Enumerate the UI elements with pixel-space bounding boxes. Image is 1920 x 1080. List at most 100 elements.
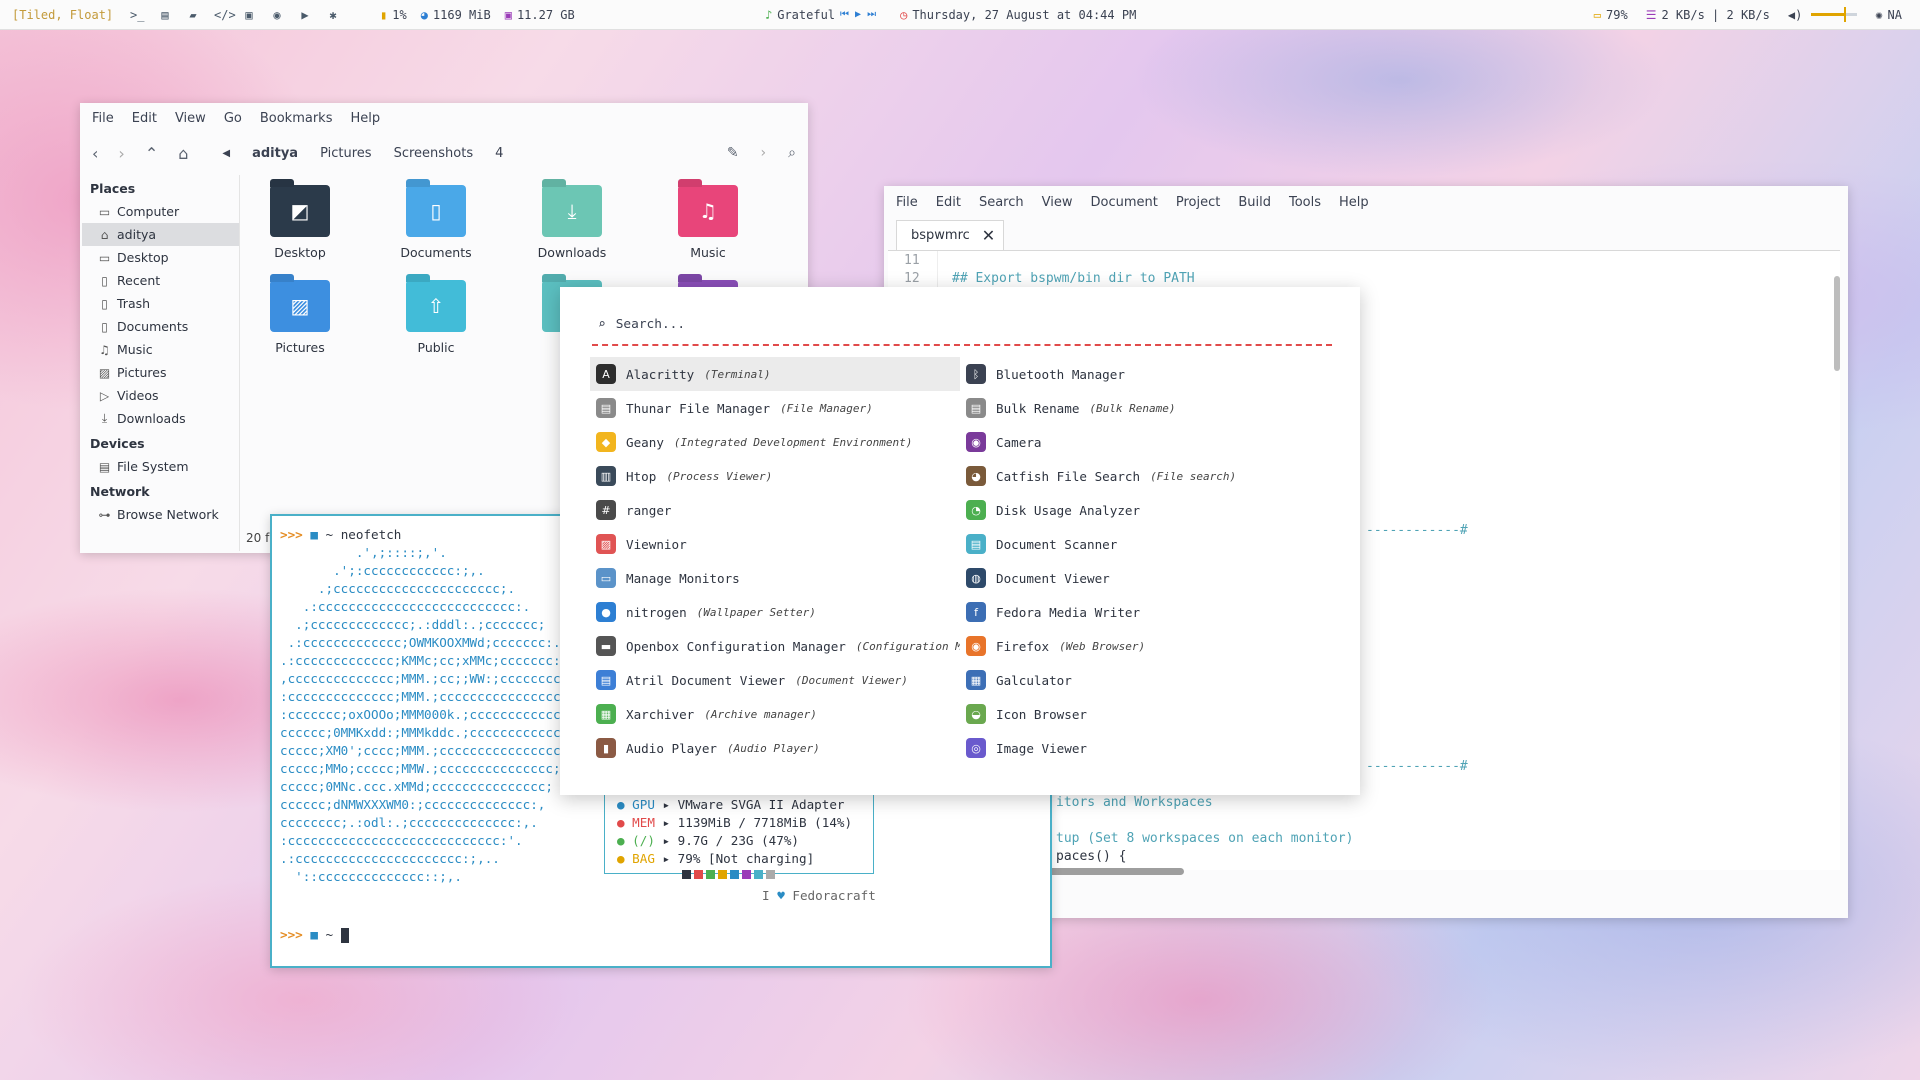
search-input[interactable]: Search... [616,317,685,332]
app-name: Firefox [996,638,1050,654]
menu-help[interactable]: Help [350,111,380,126]
app-item-nitrogen[interactable]: ● nitrogen (Wallpaper Setter) [590,595,960,629]
folder-item[interactable]: ◩ Desktop [250,185,350,260]
settings-icon[interactable]: ✱ [326,8,340,22]
app-item-htop[interactable]: ▥ Htop (Process Viewer) [590,459,960,493]
app-name: ranger [626,502,672,518]
info-row: ● MEM ▸ 1139MiB / 7718MiB (14%) [617,815,852,830]
sidebar-item-browse-network[interactable]: ⊶ Browse Network [82,503,239,526]
app-item-firefox[interactable]: ◉ Firefox (Web Browser) [960,629,1330,663]
close-icon[interactable]: ✕ [982,226,995,245]
menu-view[interactable]: View [175,111,206,126]
sidebar-item-videos[interactable]: ▷ Videos [82,384,239,407]
geany-menu-search[interactable]: Search [979,195,1024,210]
home-icon[interactable]: ⌂ [178,144,188,163]
music-controls[interactable]: ⏮ ▶ ⏭ [840,9,876,20]
app-item-audio-player[interactable]: ▮ Audio Player (Audio Player) [590,731,960,765]
geany-menu-file[interactable]: File [896,195,918,210]
folder-item[interactable]: ▨ Pictures [250,280,350,355]
image-viewer-icon: ◎ [966,738,986,758]
geany-menu-edit[interactable]: Edit [936,195,961,210]
app-item-bluetooth-manager[interactable]: ᛒ Bluetooth Manager [960,357,1330,391]
folder-item[interactable]: ⇧ Public [386,280,486,355]
app-item-xarchiver[interactable]: ▦ Xarchiver (Archive manager) [590,697,960,731]
sidebar-item-recent[interactable]: ▯ Recent [82,269,239,292]
geany-menu-help[interactable]: Help [1339,195,1369,210]
folder-item[interactable]: ⤓ Downloads [522,185,622,260]
browser-icon[interactable]: ▣ [242,8,256,22]
app-item-document-scanner[interactable]: ▤ Document Scanner [960,527,1330,561]
sidebar-item-pictures[interactable]: ▨ Pictures [82,361,239,384]
sidebar-item-file-system[interactable]: ▤ File System [82,455,239,478]
app-item-bulk-rename[interactable]: ▤ Bulk Rename (Bulk Rename) [960,391,1330,425]
menu-edit[interactable]: Edit [132,111,157,126]
menu-go[interactable]: Go [224,111,242,126]
edit-location-icon[interactable]: ✎ [727,145,739,161]
breadcrumb-aditya[interactable]: aditya [252,146,298,161]
back-icon[interactable]: ‹ [92,144,98,163]
sidebar-item-computer[interactable]: ▭ Computer [82,200,239,223]
app-item-icon-browser[interactable]: ◒ Icon Browser [960,697,1330,731]
files-icon[interactable]: ▤ [158,8,172,22]
youtube-icon[interactable]: ▶ [298,8,312,22]
app-item-viewnior[interactable]: ▨ Viewnior [590,527,960,561]
breadcrumb-right-icon[interactable]: › [761,145,767,161]
terminal-icon[interactable]: >_ [130,8,144,22]
geany-menu-document[interactable]: Document [1090,195,1157,210]
volume-slider[interactable] [1811,7,1858,22]
vertical-scrollbar[interactable] [1834,276,1840,371]
app-item-openbox-configuration-manager[interactable]: ▬ Openbox Configuration Manager (Configura… [590,629,960,663]
menu-file[interactable]: File [92,111,114,126]
sidebar-item-desktop[interactable]: ▭ Desktop [82,246,239,269]
disk-usage: ▣ 11.27 GB [505,8,575,22]
app-item-thunar-file-manager[interactable]: ▤ Thunar File Manager (File Manager) [590,391,960,425]
breadcrumb-pictures[interactable]: Pictures [320,146,371,161]
search-box[interactable]: ⌕ Search... [598,317,685,332]
app-item-alacritty[interactable]: A Alacritty (Terminal) [590,357,960,391]
chat-icon[interactable]: ◉ [270,8,284,22]
sidebar-item-trash[interactable]: ▯ Trash [82,292,239,315]
app-item-manage-monitors[interactable]: ▭ Manage Monitors [590,561,960,595]
volume-knob[interactable] [1843,7,1846,22]
sidebar-item-aditya[interactable]: ⌂ aditya [82,223,239,246]
breadcrumb-left-icon[interactable]: ◀ [222,148,230,159]
app-item-fedora-media-writer[interactable]: f Fedora Media Writer [960,595,1330,629]
sidebar-item-music[interactable]: ♫ Music [82,338,239,361]
tab-bspwmrc[interactable]: bspwmrc ✕ [896,220,1005,250]
sidebar-item-downloads[interactable]: ⤓ Downloads [82,407,239,430]
app-item-ranger[interactable]: # ranger [590,493,960,527]
app-item-catfish-file-search[interactable]: ◕ Catfish File Search (File search) [960,459,1330,493]
geany-menu-view[interactable]: View [1042,195,1073,210]
forward-icon[interactable]: › [118,144,124,163]
geany-menu-tools[interactable]: Tools [1289,195,1321,210]
app-item-document-viewer[interactable]: ◍ Document Viewer [960,561,1330,595]
folder-icon[interactable]: ▰ [186,8,200,22]
app-item-camera[interactable]: ◉ Camera [960,425,1330,459]
app-item-disk-usage-analyzer[interactable]: ◔ Disk Usage Analyzer [960,493,1330,527]
geany-menubar: File Edit Search View Document Project B… [884,186,1848,218]
menu-bookmarks[interactable]: Bookmarks [260,111,333,126]
clock-module[interactable]: ◷ Thursday, 27 August at 04:44 PM [900,8,1136,22]
music-module[interactable]: ♪ Grateful ⏮ ▶ ⏭ [765,8,876,22]
up-icon[interactable]: ⌃ [145,144,158,163]
app-item-image-viewer[interactable]: ◎ Image Viewer [960,731,1330,765]
folder-item[interactable]: ▯ Documents [386,185,486,260]
sidebar-item-label: Videos [117,388,159,403]
app-item-geany[interactable]: ◆ Geany (Integrated Development Environmen… [590,425,960,459]
folder-item[interactable]: ♫ Music [658,185,758,260]
sidebar-heading-places: Places [90,181,136,196]
geany-menu-project[interactable]: Project [1176,195,1220,210]
sidebar-item-documents[interactable]: ▯ Documents [82,315,239,338]
code-icon[interactable]: </> [214,8,236,22]
horizontal-scrollbar[interactable] [1044,868,1184,875]
app-item-atril-document-viewer[interactable]: ▤ Atril Document Viewer (Document Viewer) [590,663,960,697]
app-item-galculator[interactable]: ▦ Galculator [960,663,1330,697]
layout-mode-indicator[interactable]: [Tiled, Float] [12,8,113,22]
breadcrumb-4[interactable]: 4 [495,146,503,161]
code-line: ------------# [1366,759,1468,774]
search-icon[interactable]: ⌕ [788,145,796,161]
geany-menu-build[interactable]: Build [1238,195,1271,210]
volume-module[interactable]: ◀) [1787,7,1858,22]
volume-icon: ◀) [1787,7,1803,22]
breadcrumb-screenshots[interactable]: Screenshots [394,146,474,161]
